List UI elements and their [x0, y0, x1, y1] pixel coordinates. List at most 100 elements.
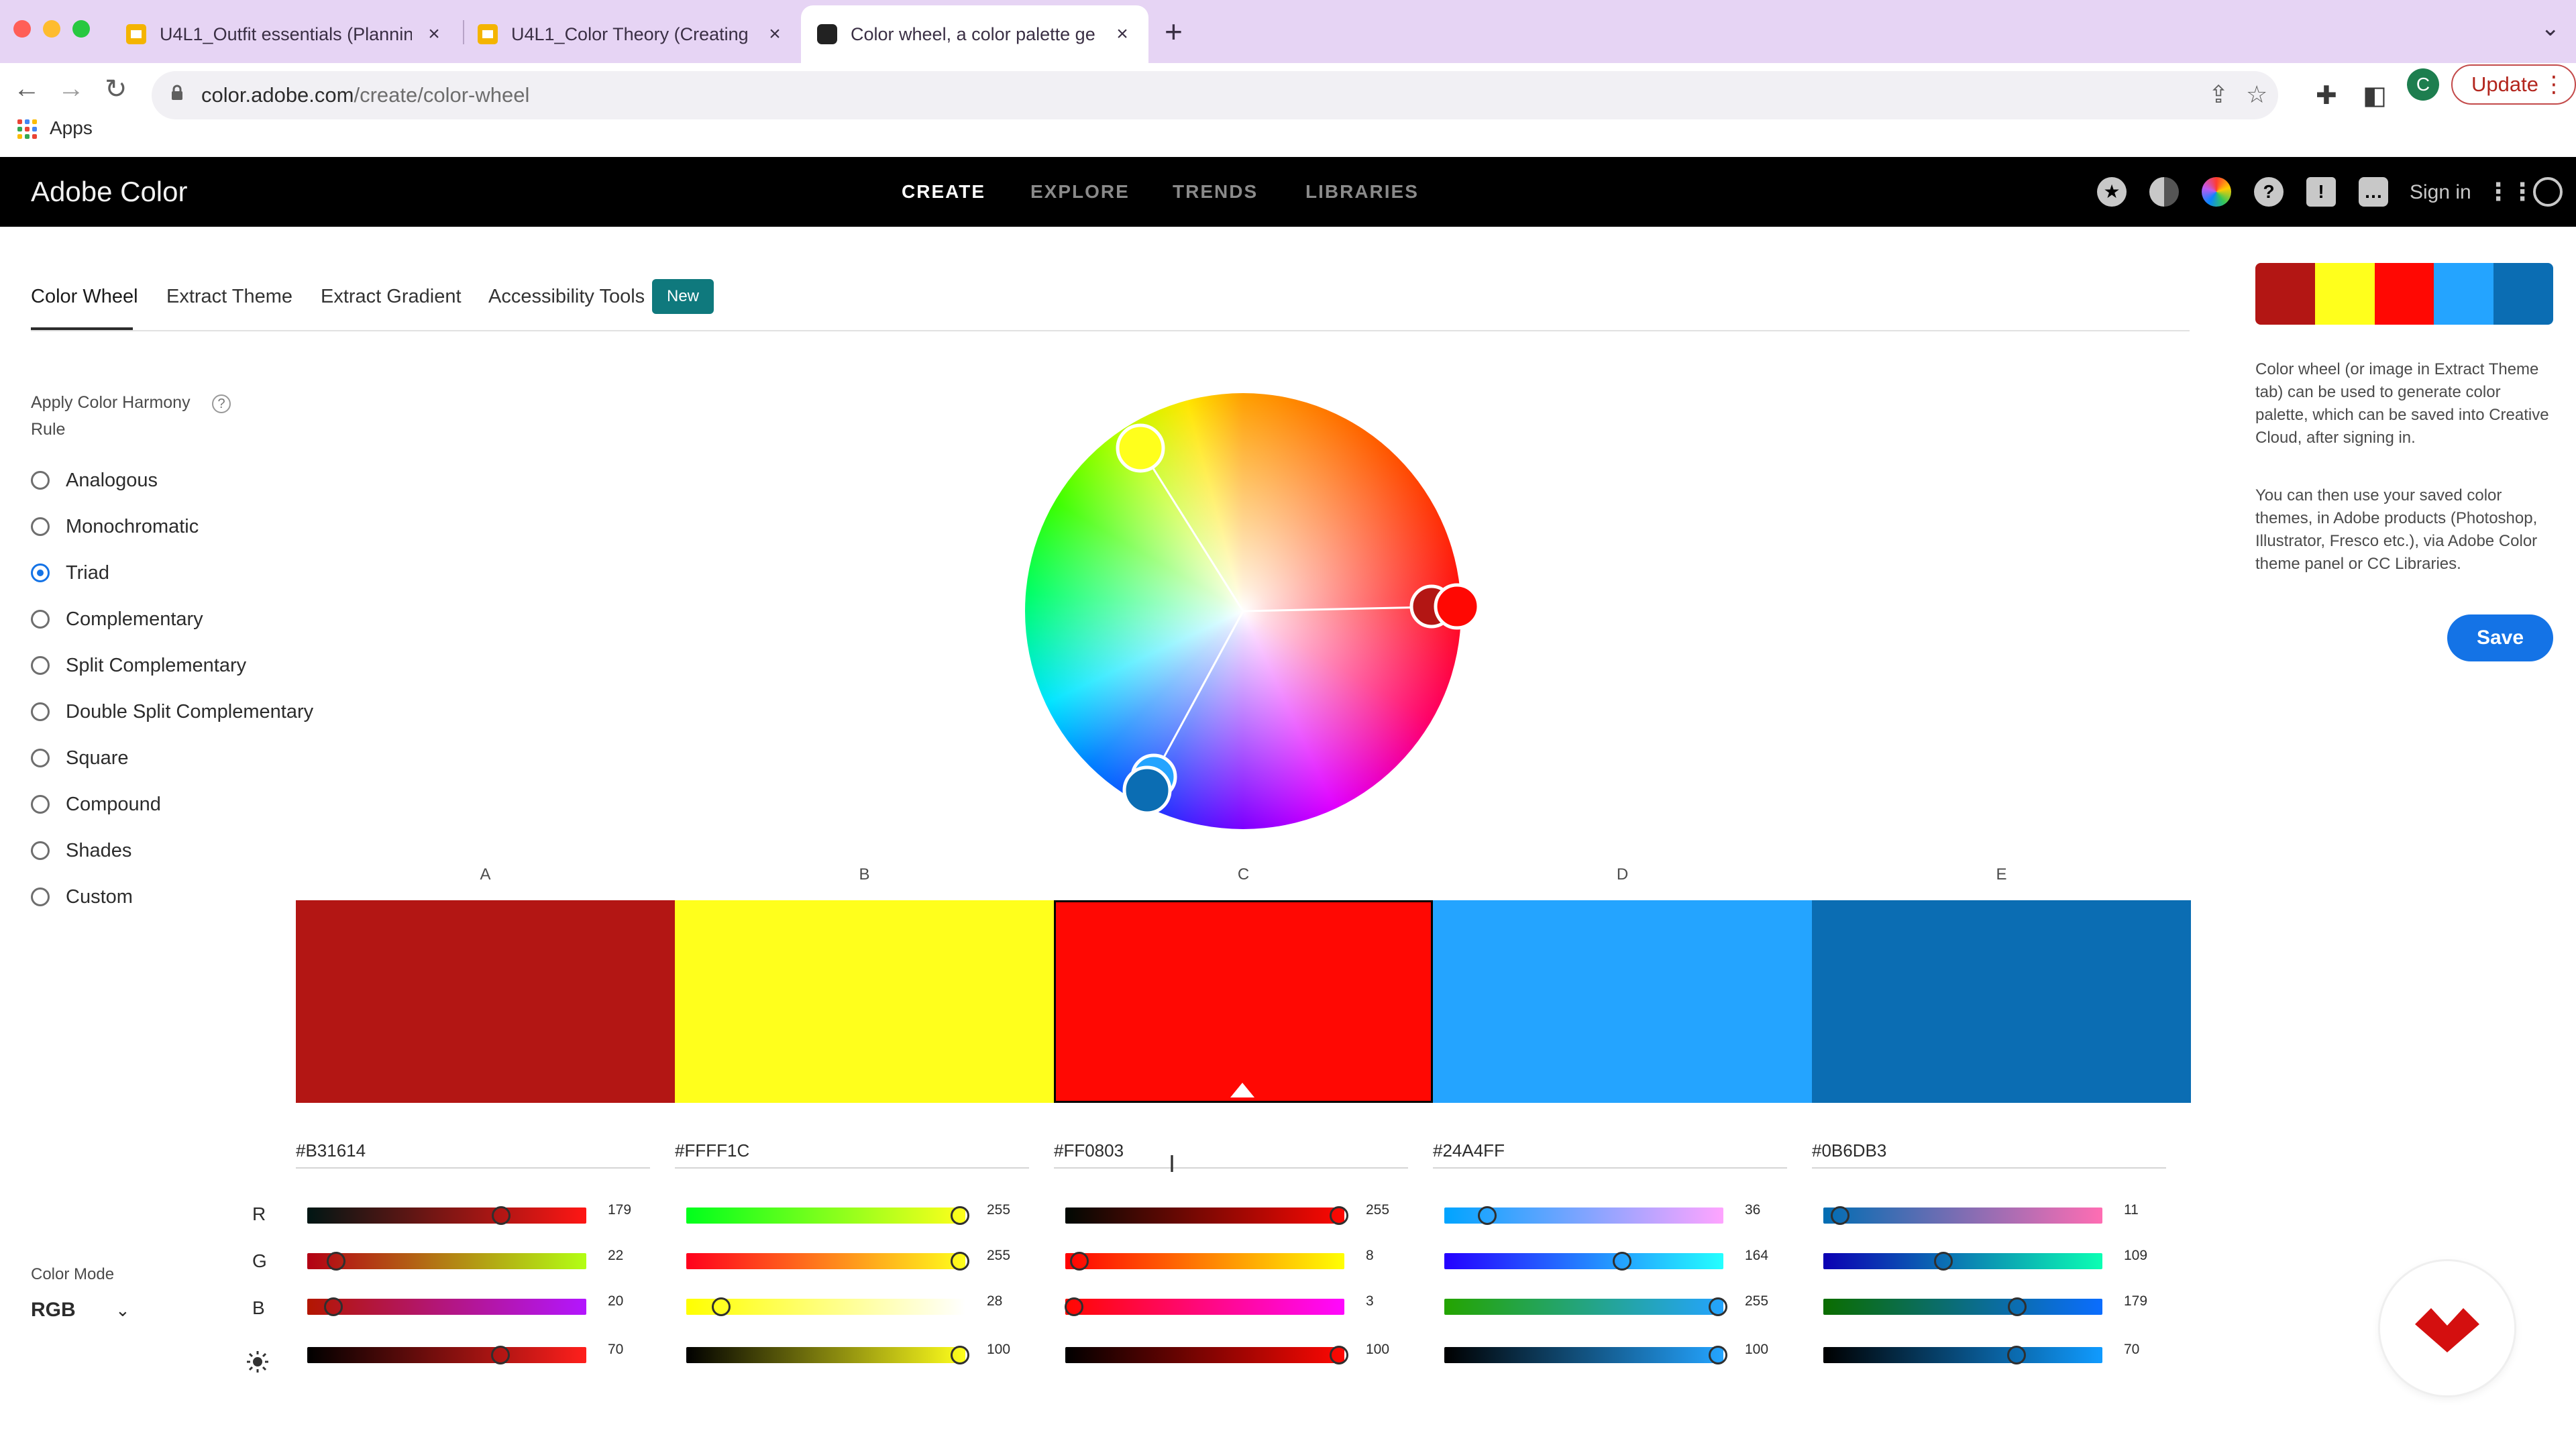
slider-red-c[interactable] [1065, 1208, 1344, 1224]
slider-green-e[interactable] [1823, 1253, 2102, 1269]
tab-color-wheel[interactable]: Color Wheel [31, 286, 138, 308]
harmony-option-square[interactable]: Square [31, 745, 129, 771]
url-text[interactable]: color.adobe.com/create/color-wheel [201, 83, 529, 107]
slider-blue-c[interactable] [1065, 1299, 1344, 1315]
harmony-option-split-complementary[interactable]: Split Complementary [31, 652, 246, 679]
radio-selected-icon[interactable] [31, 564, 50, 582]
slider-blue-e[interactable] [1823, 1299, 2102, 1315]
browser-tab-color-theory[interactable]: U4L1_Color Theory (Creating a × [462, 5, 801, 63]
star-icon[interactable]: ★ [2097, 177, 2127, 207]
harmony-option-compound[interactable]: Compound [31, 791, 161, 818]
tab-accessibility-tools[interactable]: Accessibility Tools [488, 286, 645, 308]
browser-tab-adobe-color[interactable]: Color wheel, a color palette ge × [801, 5, 1148, 63]
slider-knob-blue-e[interactable] [2007, 1297, 2027, 1316]
slider-knob-red-c[interactable] [1330, 1206, 1348, 1225]
profile-avatar[interactable]: C [2407, 68, 2439, 101]
slider-knob-brightness-d[interactable] [1709, 1346, 1727, 1364]
alert-icon[interactable]: ! [2306, 177, 2336, 207]
adobe-color-logo[interactable]: Adobe Color [31, 176, 187, 208]
hex-input-a[interactable]: #B31614 [296, 1140, 650, 1169]
slider-blue-a[interactable] [307, 1299, 586, 1315]
wheel-handle-c[interactable] [1434, 583, 1481, 630]
swatch-c[interactable] [1054, 900, 1433, 1103]
reload-icon[interactable]: ↻ [105, 74, 127, 105]
side-panel-icon[interactable]: ◧ [2363, 80, 2387, 111]
slider-green-c[interactable] [1065, 1253, 1344, 1269]
chat-icon[interactable]: … [2359, 177, 2388, 207]
nav-create[interactable]: CREATE [902, 181, 985, 203]
lock-icon[interactable] [170, 85, 184, 101]
radio-icon[interactable] [31, 471, 50, 490]
sign-in-link[interactable]: Sign in [2410, 181, 2471, 204]
swatch-b[interactable] [675, 900, 1054, 1103]
slider-knob-brightness-e[interactable] [2007, 1346, 2026, 1364]
radio-icon[interactable] [31, 888, 50, 906]
browser-tab-outfit-essentials[interactable]: U4L1_Outfit essentials (Plannin × [110, 5, 460, 63]
color-wheel-icon[interactable] [2202, 177, 2231, 207]
harmony-option-monochromatic[interactable]: Monochromatic [31, 513, 199, 540]
radio-icon[interactable] [31, 841, 50, 860]
close-tab-icon[interactable]: × [765, 23, 785, 46]
harmony-option-complementary[interactable]: Complementary [31, 606, 203, 633]
radio-icon[interactable] [31, 702, 50, 721]
slider-blue-d[interactable] [1444, 1299, 1723, 1315]
nav-trends[interactable]: TRENDS [1173, 181, 1258, 203]
harmony-option-analogous[interactable]: Analogous [31, 467, 158, 494]
slider-green-d[interactable] [1444, 1253, 1723, 1269]
harmony-option-custom[interactable]: Custom [31, 883, 133, 910]
slider-knob-green-c[interactable] [1069, 1252, 1089, 1271]
address-bar[interactable]: color.adobe.com/create/color-wheel ⇪ ☆ [152, 71, 2278, 119]
share-icon[interactable]: ⇪ [2208, 80, 2229, 109]
slider-knob-blue-b[interactable] [711, 1297, 731, 1316]
apps-grid-icon[interactable] [17, 119, 38, 140]
slider-green-b[interactable] [686, 1253, 965, 1269]
slider-knob-green-b[interactable] [951, 1252, 969, 1271]
maximize-window-button[interactable] [72, 20, 90, 38]
slider-red-b[interactable] [686, 1208, 965, 1224]
slider-brightness-b[interactable] [686, 1347, 965, 1363]
slider-green-a[interactable] [307, 1253, 586, 1269]
close-window-button[interactable] [13, 20, 31, 38]
update-button[interactable]: Update ⋮ [2451, 64, 2576, 105]
slider-knob-blue-c[interactable] [1064, 1297, 1083, 1316]
slider-knob-red-b[interactable] [951, 1206, 969, 1225]
radio-icon[interactable] [31, 749, 50, 767]
slider-red-a[interactable] [307, 1208, 586, 1224]
hex-input-e[interactable]: #0B6DB3 [1812, 1140, 2166, 1169]
contrast-icon[interactable] [2149, 177, 2179, 207]
slider-knob-red-a[interactable] [491, 1206, 511, 1225]
bookmark-apps[interactable]: Apps [50, 117, 93, 139]
harmony-option-triad[interactable]: Triad [31, 559, 109, 586]
chevron-down-icon[interactable]: ⌄ [115, 1300, 130, 1321]
new-tab-button[interactable]: + [1165, 16, 1183, 47]
slider-knob-green-e[interactable] [1933, 1252, 1953, 1271]
swatch-d[interactable] [1433, 900, 1812, 1103]
creative-cloud-icon[interactable] [2533, 177, 2563, 207]
help-icon[interactable]: ? [2254, 177, 2284, 207]
swatch-a[interactable] [296, 900, 675, 1103]
slider-brightness-e[interactable] [1823, 1347, 2102, 1363]
slider-brightness-c[interactable] [1065, 1347, 1344, 1363]
tab-search-chevron-icon[interactable]: ⌄ [2541, 15, 2561, 42]
harmony-option-shades[interactable]: Shades [31, 837, 131, 864]
nav-explore[interactable]: EXPLORE [1030, 181, 1130, 203]
back-arrow-icon[interactable]: ← [13, 74, 40, 104]
hex-input-d[interactable]: #24A4FF [1433, 1140, 1787, 1169]
harmony-option-double-split-complementary[interactable]: Double Split Complementary [31, 698, 313, 725]
minimize-window-button[interactable] [43, 20, 60, 38]
extensions-puzzle-icon[interactable]: ✚ [2316, 80, 2337, 111]
radio-icon[interactable] [31, 517, 50, 536]
color-mode-select[interactable]: RGB [31, 1299, 76, 1322]
slider-knob-brightness-a[interactable] [491, 1346, 510, 1364]
wheel-handle-b[interactable] [1116, 423, 1165, 473]
slider-brightness-a[interactable] [307, 1347, 586, 1363]
slider-knob-brightness-b[interactable] [951, 1346, 969, 1364]
close-tab-icon[interactable]: × [424, 23, 444, 46]
slider-red-e[interactable] [1823, 1208, 2102, 1224]
close-tab-icon[interactable]: × [1112, 23, 1132, 46]
adobe-logo-button[interactable] [2380, 1261, 2514, 1395]
slider-knob-blue-d[interactable] [1709, 1297, 1727, 1316]
tab-extract-theme[interactable]: Extract Theme [166, 286, 292, 308]
wheel-handle-e[interactable] [1122, 765, 1172, 815]
hex-input-b[interactable]: #FFFF1C [675, 1140, 1029, 1169]
